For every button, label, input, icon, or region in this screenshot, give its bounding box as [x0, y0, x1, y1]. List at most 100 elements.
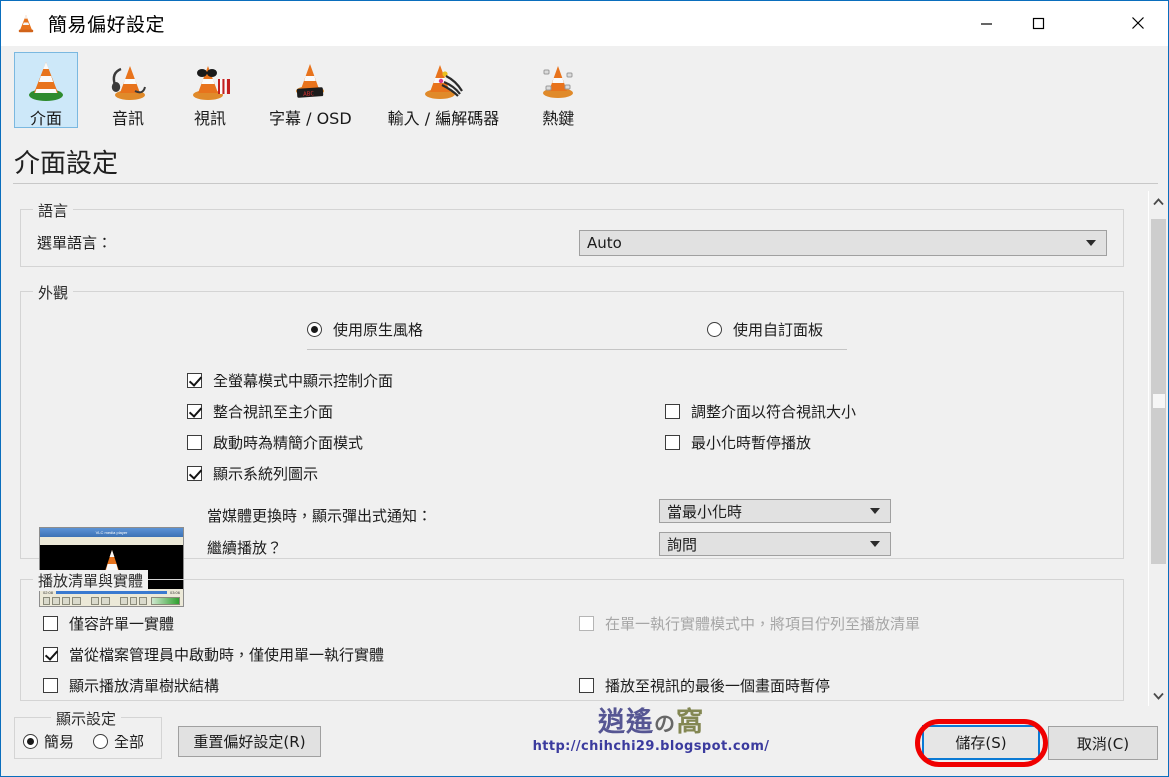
- tab-subtitles-osd[interactable]: ABC 字幕 / OSD: [260, 52, 361, 128]
- checkbox-label: 顯示系統列圖示: [213, 465, 319, 483]
- vlc-cone-subtitles-icon: ABC: [287, 57, 333, 103]
- tab-video[interactable]: 視訊: [178, 52, 242, 128]
- radio-show-all[interactable]: 全部: [93, 731, 144, 752]
- checkbox-minimal-view[interactable]: 啟動時為精簡介面模式: [187, 432, 363, 453]
- vlc-cone-cables-icon: [420, 57, 466, 103]
- radio-show-all-label: 全部: [114, 733, 145, 751]
- window-title: 簡易偏好設定: [48, 14, 166, 36]
- radio-custom-skin-label: 使用自訂面板: [733, 321, 824, 339]
- vlc-cone-headphones-icon: [105, 57, 151, 103]
- chevron-down-icon: [870, 541, 880, 547]
- menu-language-select[interactable]: Auto: [579, 230, 1107, 256]
- chevron-up-icon: [1153, 198, 1164, 206]
- popup-notification-label: 當媒體更換時，顯示彈出式通知：: [207, 507, 433, 525]
- preferences-window: 簡易偏好設定 介面 音訊 視訊 ABC 字幕 / OSD 輸入 / 編解碼器 熱…: [0, 0, 1169, 777]
- tab-label: 熱鍵: [542, 109, 575, 128]
- checkbox-pause-on-minimize[interactable]: 最小化時暫停播放: [665, 432, 811, 453]
- settings-scroll-area: 語言 選單語言： Auto 外觀 使用原生風格 使用自訂面板 VLC media: [2, 191, 1168, 707]
- language-group-title: 語言: [33, 200, 74, 221]
- vlc-cone-green-icon: [23, 57, 69, 103]
- radio-show-simple-label: 簡易: [44, 733, 75, 751]
- language-group: 語言 選單語言： Auto: [20, 200, 1124, 267]
- heading-divider: [13, 183, 1158, 184]
- checkbox-label: 調整介面以符合視訊大小: [691, 403, 857, 421]
- tab-label: 字幕 / OSD: [269, 109, 352, 128]
- check-mark-icon: [579, 616, 594, 631]
- radio-native-style[interactable]: 使用原生風格: [307, 319, 423, 340]
- resume-playback-value: 詢問: [667, 535, 698, 554]
- checkbox-label: 最小化時暫停播放: [691, 434, 812, 452]
- checkbox-one-instance-file-manager[interactable]: 當從檔案管理員中啟動時，僅使用單一執行實體: [43, 644, 384, 665]
- check-mark-icon: [665, 404, 680, 419]
- scroll-up-button[interactable]: [1149, 191, 1168, 213]
- check-mark-icon: [579, 678, 594, 693]
- chevron-down-icon: [870, 508, 880, 514]
- vlc-cone-icon: [15, 13, 37, 35]
- maximize-button[interactable]: [1012, 1, 1064, 45]
- checkbox-label: 啟動時為精簡介面模式: [213, 434, 364, 452]
- scrollbar-thumb[interactable]: [1151, 219, 1166, 564]
- page-title: 介面設定: [14, 149, 119, 179]
- popup-notification-value: 當最小化時: [667, 502, 743, 521]
- tab-hotkeys[interactable]: 熱鍵: [526, 52, 590, 128]
- checkbox-systray-icon[interactable]: 顯示系統列圖示: [187, 463, 318, 484]
- checkbox-enqueue-one-instance: 在單一執行實體模式中，將項目佇列至播放清單: [579, 613, 920, 634]
- checkbox-label: 整合視訊至主介面: [213, 403, 334, 421]
- check-mark-icon: [43, 678, 58, 693]
- vlc-cone-glasses-icon: [187, 57, 233, 103]
- dialog-footer: 顯示設定 簡易 全部 重置偏好設定(R) 儲存(S) 取消(C): [2, 706, 1168, 775]
- vertical-scrollbar[interactable]: [1148, 191, 1167, 707]
- checkbox-one-instance[interactable]: 僅容許單一實體: [43, 613, 174, 634]
- check-mark-icon: [187, 435, 202, 450]
- checkbox-label: 全螢幕模式中顯示控制介面: [213, 372, 394, 390]
- checkbox-pause-last-frame[interactable]: 播放至視訊的最後一個畫面時暫停: [579, 675, 830, 696]
- playlist-group: 播放清單與實體 僅容許單一實體 當從檔案管理員中啟動時，僅使用單一執行實體 顯示…: [20, 570, 1124, 701]
- minimize-button[interactable]: [960, 1, 1012, 45]
- tab-label: 輸入 / 編解碼器: [387, 109, 500, 128]
- vlc-cone-keyboard-icon: [535, 57, 581, 103]
- checkbox-label: 播放至視訊的最後一個畫面時暫停: [605, 677, 831, 695]
- radio-mark-icon: [307, 322, 322, 337]
- tab-input-codecs[interactable]: 輸入 / 編解碼器: [379, 52, 509, 128]
- radio-custom-skin[interactable]: 使用自訂面板: [707, 319, 823, 340]
- menu-language-label: 選單語言：: [37, 234, 113, 252]
- cancel-button[interactable]: 取消(C): [1048, 726, 1158, 760]
- cancel-button-label: 取消(C): [1076, 734, 1130, 753]
- resume-playback-label: 繼續播放？: [207, 539, 283, 557]
- minimize-icon: [980, 22, 992, 25]
- save-button-label: 儲存(S): [955, 734, 1007, 752]
- tab-audio[interactable]: 音訊: [96, 52, 160, 128]
- resume-playback-select[interactable]: 詢問: [659, 532, 891, 556]
- check-mark-icon: [187, 373, 202, 388]
- show-settings-title: 顯示設定: [51, 708, 122, 729]
- radio-show-simple[interactable]: 簡易: [23, 731, 74, 752]
- check-mark-icon: [665, 435, 680, 450]
- chevron-down-icon: [1086, 240, 1096, 246]
- scroll-down-button[interactable]: [1149, 685, 1168, 707]
- checkbox-fullscreen-controller[interactable]: 全螢幕模式中顯示控制介面: [187, 370, 393, 391]
- save-button[interactable]: 儲存(S): [922, 725, 1040, 760]
- scrollbar-grip: [1153, 394, 1165, 408]
- tab-label: 介面: [29, 109, 62, 128]
- tab-label: 音訊: [111, 109, 144, 128]
- checkbox-embed-video[interactable]: 整合視訊至主介面: [187, 401, 333, 422]
- menu-language-value: Auto: [587, 234, 622, 252]
- radio-mark-icon: [93, 734, 108, 749]
- close-icon: [1132, 17, 1144, 29]
- tab-label: 視訊: [193, 109, 226, 128]
- check-mark-icon: [187, 404, 202, 419]
- close-button[interactable]: [1108, 1, 1168, 45]
- reset-preferences-label: 重置偏好設定(R): [193, 733, 306, 751]
- preview-window-title: VLC media player: [95, 530, 128, 535]
- radio-mark-icon: [707, 322, 722, 337]
- popup-notification-select[interactable]: 當最小化時: [659, 499, 891, 523]
- tab-interface[interactable]: 介面: [14, 52, 78, 128]
- checkbox-resize-to-video[interactable]: 調整介面以符合視訊大小: [665, 401, 856, 422]
- checkbox-playlist-tree[interactable]: 顯示播放清單樹狀結構: [43, 675, 219, 696]
- checkbox-label: 顯示播放清單樹狀結構: [69, 677, 220, 695]
- appearance-group: 外觀 使用原生風格 使用自訂面板 VLC media player 02:08 …: [20, 282, 1124, 607]
- reset-preferences-button[interactable]: 重置偏好設定(R): [178, 726, 321, 757]
- check-mark-icon: [43, 647, 58, 662]
- show-settings-group: 顯示設定 簡易 全部: [14, 708, 162, 759]
- check-mark-icon: [187, 466, 202, 481]
